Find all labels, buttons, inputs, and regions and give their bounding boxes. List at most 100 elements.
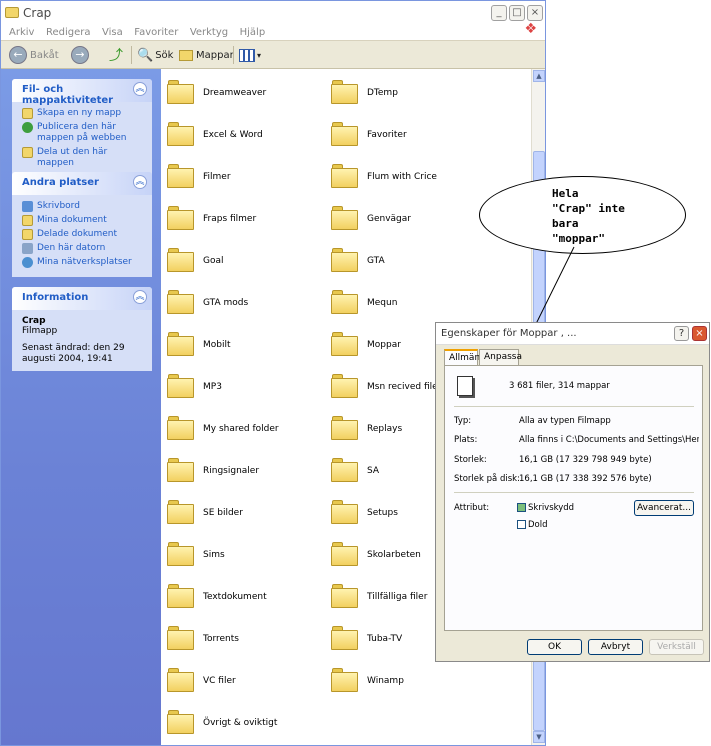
places-panel: Andra platser ︽ Skrivbord Mina dokument … xyxy=(12,172,152,277)
folder-item[interactable]: MP3 xyxy=(167,367,327,407)
folder-label: Fraps filmer xyxy=(203,214,257,224)
location-value: Alla finns i C:\Documents and Settings\H… xyxy=(519,435,699,445)
folder-item[interactable]: DTemp xyxy=(331,73,491,113)
window-title: Crap xyxy=(23,6,52,20)
view-button[interactable]: ▾ xyxy=(239,45,261,65)
folder-icon xyxy=(331,626,359,650)
folder-item[interactable]: Torrents xyxy=(167,619,327,659)
apply-button[interactable]: Verkställ xyxy=(649,639,704,655)
info-name: Crap xyxy=(22,316,46,326)
info-panel: Information ︽ Crap Filmapp Senast ändrad… xyxy=(12,287,152,371)
folder-item[interactable]: Favoriter xyxy=(331,115,491,155)
tasks-panel-header[interactable]: Fil- och mappaktiviteter ︽ xyxy=(12,79,152,106)
callout-text: Hela "Crap" inte bara "moppar" xyxy=(552,187,625,245)
folder-label: Excel & Word xyxy=(203,130,263,140)
scroll-down-arrow-icon[interactable]: ▼ xyxy=(533,731,545,743)
folder-label: SE bilder xyxy=(203,508,243,518)
folder-icon xyxy=(167,122,195,146)
folder-item[interactable]: GTA xyxy=(331,241,491,281)
task-new-folder[interactable]: Skapa en ny mapp xyxy=(22,108,144,119)
folder-label: MP3 xyxy=(203,382,222,392)
close-button[interactable]: × xyxy=(527,5,543,21)
folder-label: Moppar xyxy=(367,340,401,350)
menu-arkiv[interactable]: Arkiv xyxy=(9,25,34,41)
folder-item[interactable]: My shared folder xyxy=(167,409,327,449)
task-new-folder-label: Skapa en ny mapp xyxy=(37,108,122,118)
folder-item[interactable]: Excel & Word xyxy=(167,115,327,155)
collapse-chevron-icon[interactable]: ︽ xyxy=(133,290,147,304)
folder-icon xyxy=(167,626,195,650)
info-panel-header[interactable]: Information ︽ xyxy=(12,287,152,310)
folder-item[interactable]: GTA mods xyxy=(167,283,327,323)
help-button[interactable]: ? xyxy=(674,326,689,341)
share-folder-icon xyxy=(22,147,33,158)
minimize-button[interactable]: _ xyxy=(491,5,507,21)
places-panel-header[interactable]: Andra platser ︽ xyxy=(12,172,152,195)
folder-item[interactable]: Sims xyxy=(167,535,327,575)
folder-icon xyxy=(331,164,359,188)
folder-item[interactable]: Filmer xyxy=(167,157,327,197)
up-folder-button[interactable]: ⤴ xyxy=(109,45,123,65)
task-share-folder[interactable]: Dela ut den här mappen xyxy=(22,147,144,169)
folder-icon xyxy=(167,332,195,356)
folder-icon xyxy=(331,584,359,608)
folder-item[interactable]: Fraps filmer xyxy=(167,199,327,239)
ok-button[interactable]: OK xyxy=(527,639,582,655)
hidden-checkbox[interactable]: Dold xyxy=(517,520,548,530)
folder-item[interactable]: Mobilt xyxy=(167,325,327,365)
dialog-title: Egenskaper för Moppar , ... xyxy=(441,328,577,339)
place-network-label: Mina nätverksplatser xyxy=(37,257,132,267)
folder-item[interactable]: Ringsignaler xyxy=(167,451,327,491)
menu-favoriter[interactable]: Favoriter xyxy=(134,25,178,41)
menu-visa[interactable]: Visa xyxy=(102,25,123,41)
folder-icon xyxy=(331,542,359,566)
advanced-button[interactable]: Avancerat... xyxy=(634,500,694,516)
dialog-close-button[interactable]: × xyxy=(692,326,707,341)
folder-item[interactable]: Övrigt & oviktigt xyxy=(167,703,327,743)
readonly-checkbox[interactable]: Skrivskydd xyxy=(517,503,574,513)
collapse-chevron-icon[interactable]: ︽ xyxy=(133,82,147,96)
task-pane: Fil- och mappaktiviteter ︽ Skapa en ny m… xyxy=(1,69,161,745)
back-label: Bakåt xyxy=(30,49,59,61)
folder-icon xyxy=(331,80,359,104)
maximize-button[interactable]: □ xyxy=(509,5,525,21)
folder-item[interactable]: Mequn xyxy=(331,283,491,323)
folder-label: DTemp xyxy=(367,88,398,98)
place-my-documents[interactable]: Mina dokument xyxy=(22,215,144,226)
location-label: Plats: xyxy=(454,435,478,445)
menu-redigera[interactable]: Redigera xyxy=(46,25,91,41)
folder-item[interactable]: Textdokument xyxy=(167,577,327,617)
back-button[interactable]: ← Bakåt xyxy=(9,45,59,65)
collapse-chevron-icon[interactable]: ︽ xyxy=(133,175,147,189)
forward-button[interactable]: → xyxy=(71,45,92,65)
folder-label: Mobilt xyxy=(203,340,231,350)
place-my-documents-label: Mina dokument xyxy=(37,215,107,225)
menu-verktyg[interactable]: Verktyg xyxy=(190,25,228,41)
folder-label: Flum with Crice xyxy=(367,172,437,182)
folder-icon xyxy=(331,668,359,692)
folder-label: Replays xyxy=(367,424,403,434)
folder-icon xyxy=(167,584,195,608)
place-desktop[interactable]: Skrivbord xyxy=(22,201,144,212)
task-publish-web[interactable]: Publicera den här mappen på webben xyxy=(22,122,144,144)
info-modified: Senast ändrad: den 29 augusti 2004, 19:4… xyxy=(22,343,125,364)
tab-customize[interactable]: Anpassa xyxy=(479,349,522,365)
menu-hjalp[interactable]: Hjälp xyxy=(240,25,266,41)
folder-item[interactable]: Goal xyxy=(167,241,327,281)
divider xyxy=(454,406,694,407)
cancel-button[interactable]: Avbryt xyxy=(588,639,643,655)
size-on-disk-value: 16,1 GB (17 338 392 576 byte) xyxy=(519,474,652,484)
folder-item[interactable]: Winamp xyxy=(331,661,491,701)
folder-item[interactable]: Dreamweaver xyxy=(167,73,327,113)
folder-item[interactable]: SE bilder xyxy=(167,493,327,533)
folders-button[interactable]: Mappar xyxy=(179,45,234,65)
place-shared-documents[interactable]: Delade dokument xyxy=(22,229,144,240)
folder-item[interactable]: VC filer xyxy=(167,661,327,701)
search-button[interactable]: 🔍 Sök xyxy=(137,45,173,65)
folder-item[interactable]: Flum with Crice xyxy=(331,157,491,197)
tab-general[interactable]: Allmänt xyxy=(444,349,484,366)
place-network[interactable]: Mina nätverksplatser xyxy=(22,257,144,268)
folder-item[interactable]: Genvägar xyxy=(331,199,491,239)
place-my-computer[interactable]: Den här datorn xyxy=(22,243,144,254)
scroll-up-arrow-icon[interactable]: ▲ xyxy=(533,70,545,82)
